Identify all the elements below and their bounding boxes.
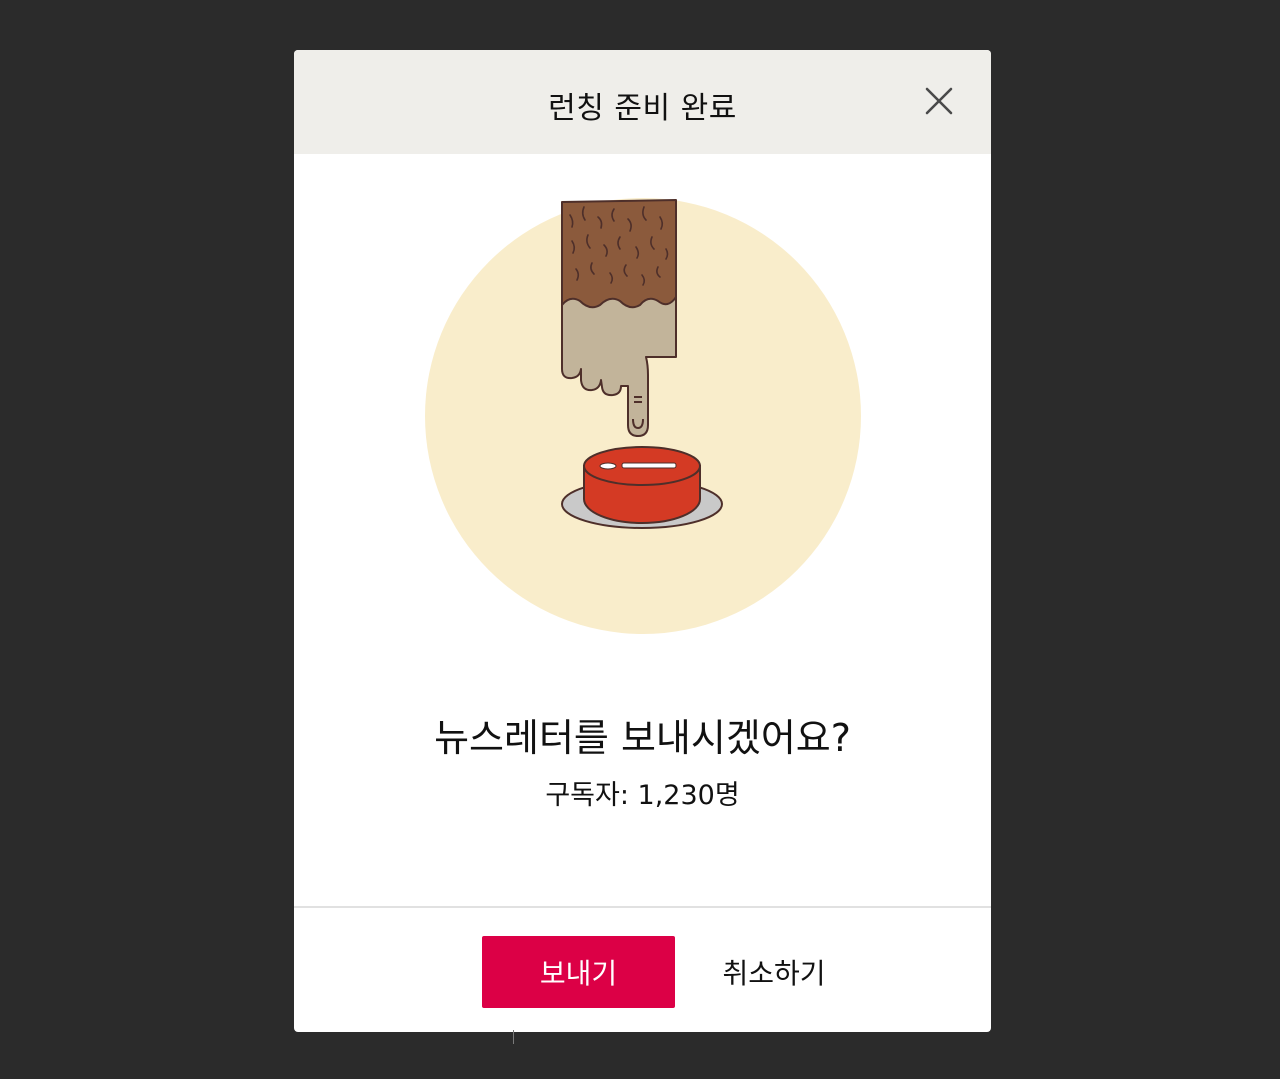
text-cursor-mark — [513, 1030, 514, 1044]
close-button[interactable] — [922, 84, 956, 118]
subscriber-count: 구독자: 1,230명 — [545, 780, 740, 811]
dialog-title: 런칭 준비 완료 — [548, 91, 737, 126]
furry-sleeve — [561, 199, 677, 309]
button-slot-dot — [599, 462, 617, 470]
cancel-button[interactable]: 취소하기 — [698, 936, 850, 1008]
footer-divider — [294, 906, 991, 908]
confirm-question: 뉴스레터를 보내시겠어요? — [434, 716, 851, 760]
send-button[interactable]: 보내기 — [482, 936, 675, 1008]
newsletter-send-dialog: 런칭 준비 완료 뉴스레터를 보내시겠어요? 구독자: 1,230명 보내기 취… — [294, 50, 991, 1032]
close-icon — [925, 87, 953, 115]
dialog-header: 런칭 준비 완료 — [294, 50, 991, 154]
launch-illustration — [425, 198, 861, 634]
button-slot — [621, 462, 677, 469]
